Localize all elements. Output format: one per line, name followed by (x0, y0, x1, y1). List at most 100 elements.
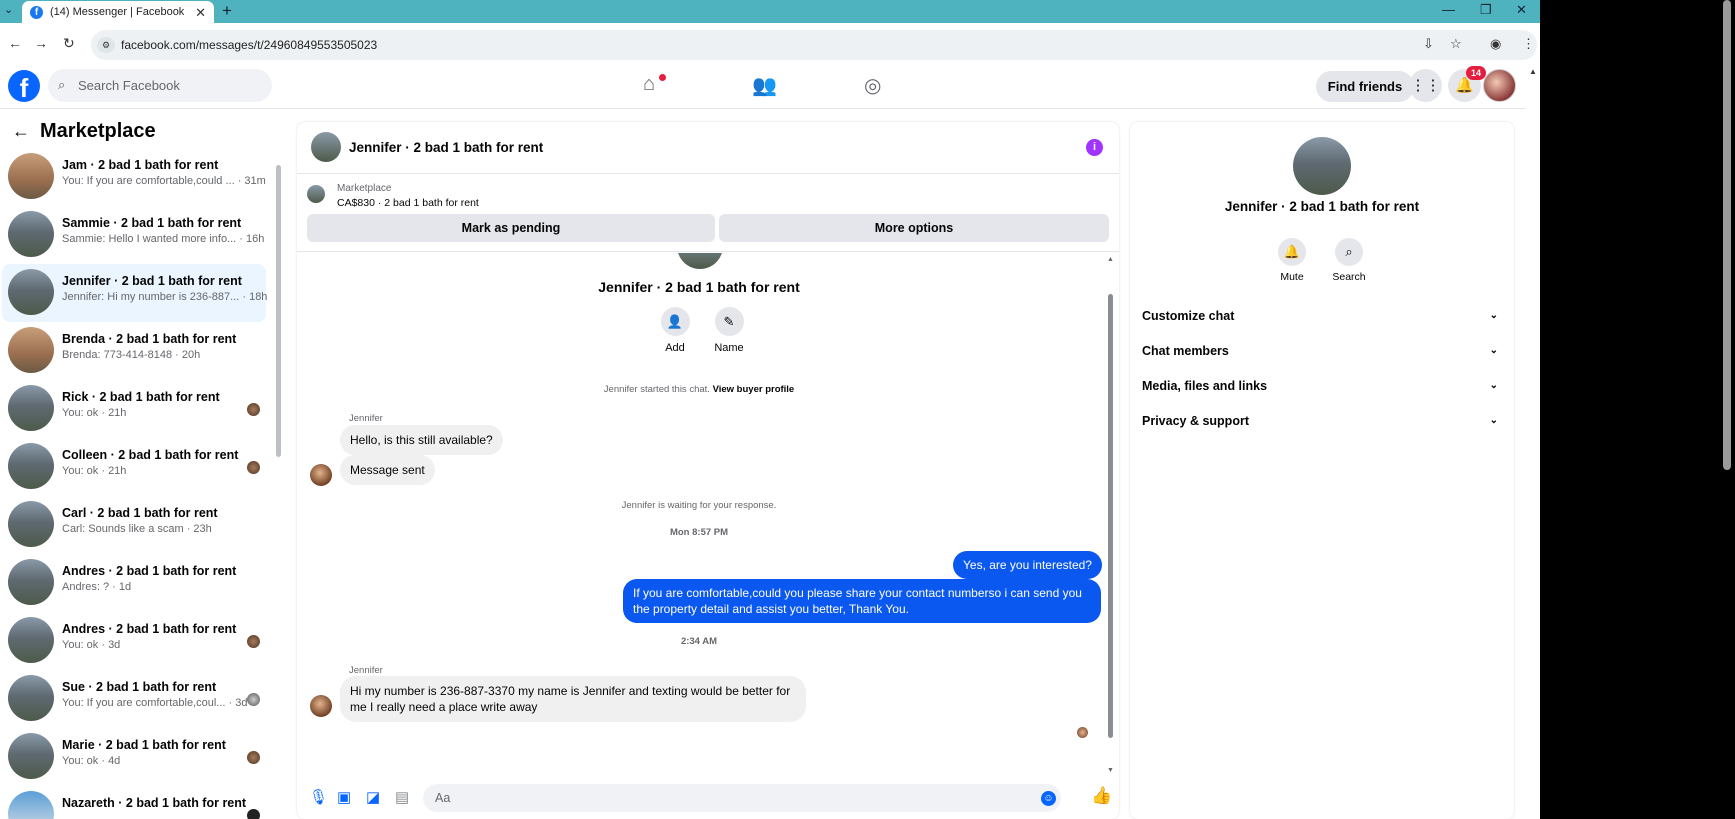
chat-info-panel: Jennifer · 2 bad 1 bath for rent 🔔 Mute ⌕… (1130, 122, 1514, 819)
home-icon[interactable]: ⌂ (643, 73, 655, 96)
friends-icon[interactable]: 👥 (752, 73, 777, 98)
outgoing-message[interactable]: Yes, are you interested? (953, 551, 1102, 579)
groups-icon[interactable]: ◎ (864, 73, 881, 98)
account-avatar[interactable] (1483, 69, 1516, 102)
back-icon[interactable]: ← (8, 35, 22, 51)
thumbs-up-icon[interactable]: 👍 (1091, 786, 1112, 806)
customize-chat-section[interactable]: Customize chat ⌄ (1142, 302, 1504, 330)
conversation-item[interactable]: Andres · 2 bad 1 bath for rent You: ok · … (2, 612, 266, 670)
menu-kebab-icon[interactable]: ⋮ (1522, 36, 1535, 52)
home-notification-dot (659, 74, 666, 81)
seen-avatar (247, 751, 260, 764)
photo-icon[interactable]: ▣ (337, 788, 351, 806)
listing-thumbnail (8, 559, 54, 605)
seen-avatar (247, 403, 260, 416)
waiting-note: Jennifer is waiting for your response. (621, 500, 777, 511)
conversation-item[interactable]: Colleen · 2 bad 1 bath for rent You: ok ·… (2, 438, 266, 496)
scroll-down-icon[interactable]: ▼ (1107, 767, 1114, 773)
conversation-name: Jam · 2 bad 1 bath for rent (62, 158, 219, 172)
incoming-message[interactable]: Message sent (340, 455, 435, 485)
browser-window: ⌄ f (14) Messenger | Facebook ✕ + — ❐ ✕ … (0, 0, 1540, 819)
site-info-icon[interactable]: ⚙ (97, 37, 115, 53)
conversation-item[interactable]: Andres · 2 bad 1 bath for rent Andres: ? … (2, 554, 266, 612)
tab-search-icon[interactable]: ⌄ (4, 3, 13, 16)
conversation-item[interactable]: Rick · 2 bad 1 bath for rent You: ok · 21… (2, 380, 266, 438)
microphone-icon[interactable]: 🎙 (309, 788, 328, 806)
browser-tab[interactable]: f (14) Messenger | Facebook ✕ (22, 1, 214, 23)
install-app-icon[interactable]: ⇩ (1423, 36, 1434, 52)
mute-button[interactable]: 🔔 Mute (1267, 238, 1317, 283)
conversation-preview: You: ok · 3d (62, 639, 121, 651)
listing-thumbnail[interactable] (307, 185, 325, 203)
listing-thumbnail (8, 269, 54, 315)
facebook-header: f ⌕ Search Facebook ⌂ 👥 ◎ Find friends ⋮… (0, 65, 1540, 109)
conversation-item[interactable]: Carl · 2 bad 1 bath for rent Carl: Sounds… (2, 496, 266, 554)
more-options-button[interactable]: More options (719, 214, 1109, 242)
url-field[interactable]: ⚙ facebook.com/messages/t/24960849553505… (91, 30, 1537, 60)
sticker-icon[interactable]: ◪ (366, 788, 380, 806)
thread-scroll-thumb[interactable] (1108, 294, 1113, 738)
info-avatar[interactable] (1293, 137, 1351, 195)
sidebar-scrollbar[interactable] (276, 165, 281, 457)
chat-thumbnail[interactable] (311, 132, 341, 162)
facebook-logo-icon[interactable]: f (8, 70, 40, 103)
sidebar-title: Marketplace (40, 120, 156, 142)
conversation-name: Brenda · 2 bad 1 bath for rent (62, 332, 237, 346)
conversation-name: Carl · 2 bad 1 bath for rent (62, 506, 218, 520)
conversation-name: Jennifer · 2 bad 1 bath for rent (62, 274, 242, 288)
conversation-item[interactable]: Sue · 2 bad 1 bath for rent You: If you a… (2, 670, 266, 728)
scroll-up-icon[interactable]: ▲ (1107, 256, 1114, 263)
gif-icon[interactable]: ▤ (395, 788, 409, 806)
info-icon[interactable]: i (1086, 139, 1103, 156)
page-scrollbar[interactable]: ▲ (1526, 65, 1540, 819)
chevron-down-icon: ⌄ (1489, 380, 1498, 391)
profile-icon[interactable]: ◉ (1490, 36, 1501, 52)
outer-scroll-thumb[interactable] (1723, 0, 1731, 470)
name-button[interactable]: ✎ Name (699, 307, 759, 354)
thread-scrollbar[interactable]: ▲ ▼ (1107, 256, 1114, 773)
conversation-item[interactable]: Jam · 2 bad 1 bath for rent You: If you a… (2, 148, 266, 206)
bookmark-star-icon[interactable]: ☆ (1450, 36, 1462, 52)
conversation-item[interactable]: Sammie · 2 bad 1 bath for rent Sammie: He… (2, 206, 266, 264)
chat-title[interactable]: Jennifer · 2 bad 1 bath for rent (349, 140, 543, 155)
chat-members-section[interactable]: Chat members ⌄ (1142, 337, 1504, 365)
url-text: facebook.com/messages/t/2496084955350502… (121, 38, 378, 52)
conversation-name: Andres · 2 bad 1 bath for rent (62, 564, 237, 578)
listing-price[interactable]: CA$830 · 2 bad 1 bath for rent (337, 197, 479, 209)
bell-icon: 🔔 (1278, 238, 1306, 266)
scroll-up-icon[interactable]: ▲ (1529, 67, 1537, 76)
restore-icon[interactable]: ❐ (1480, 2, 1492, 18)
conversation-item[interactable]: Nazareth · 2 bad 1 bath for rent (2, 786, 266, 819)
sender-avatar[interactable] (310, 464, 332, 486)
incoming-message[interactable]: Hi my number is 236-887-3370 my name is … (340, 676, 806, 722)
conversation-item-active[interactable]: Jennifer · 2 bad 1 bath for rent Jennifer… (2, 264, 267, 322)
message-input[interactable]: Aa (423, 784, 1061, 812)
conversation-item[interactable]: Brenda · 2 bad 1 bath for rent Brenda: 77… (2, 322, 266, 380)
search-button[interactable]: ⌕ Search (1324, 238, 1374, 283)
media-files-links-section[interactable]: Media, files and links ⌄ (1142, 372, 1504, 400)
find-friends-button[interactable]: Find friends (1316, 71, 1414, 102)
tab-title: (14) Messenger | Facebook (50, 6, 185, 18)
view-buyer-profile-link[interactable]: View buyer profile (713, 384, 795, 395)
add-button[interactable]: 👤 Add (645, 307, 705, 354)
emoji-icon[interactable]: ☺ (1041, 791, 1056, 806)
search-input[interactable]: ⌕ Search Facebook (48, 69, 272, 102)
minimize-icon[interactable]: — (1442, 2, 1455, 17)
outgoing-message[interactable]: If you are comfortable,could you please … (623, 579, 1101, 623)
privacy-support-section[interactable]: Privacy & support ⌄ (1142, 407, 1504, 435)
conversation-preview: You: ok · 21h (62, 465, 127, 477)
conversation-name: Colleen · 2 bad 1 bath for rent (62, 448, 239, 462)
close-window-icon[interactable]: ✕ (1516, 2, 1527, 18)
conversation-item[interactable]: Marie · 2 bad 1 bath for rent You: ok · 4… (2, 728, 266, 786)
back-arrow-icon[interactable]: ← (12, 121, 30, 142)
forward-icon[interactable]: → (34, 35, 48, 51)
incoming-message[interactable]: Hello, is this still available? (340, 425, 503, 455)
conversation-name: Rick · 2 bad 1 bath for rent (62, 390, 220, 404)
reload-icon[interactable]: ↻ (63, 35, 75, 52)
sender-avatar[interactable] (310, 695, 332, 717)
menu-grid-icon[interactable]: ⋮⋮ (1409, 69, 1442, 102)
outer-scrollbar[interactable] (1720, 0, 1735, 819)
close-tab-icon[interactable]: ✕ (195, 5, 206, 21)
new-tab-icon[interactable]: + (222, 1, 232, 21)
mark-as-pending-button[interactable]: Mark as pending (307, 214, 715, 242)
